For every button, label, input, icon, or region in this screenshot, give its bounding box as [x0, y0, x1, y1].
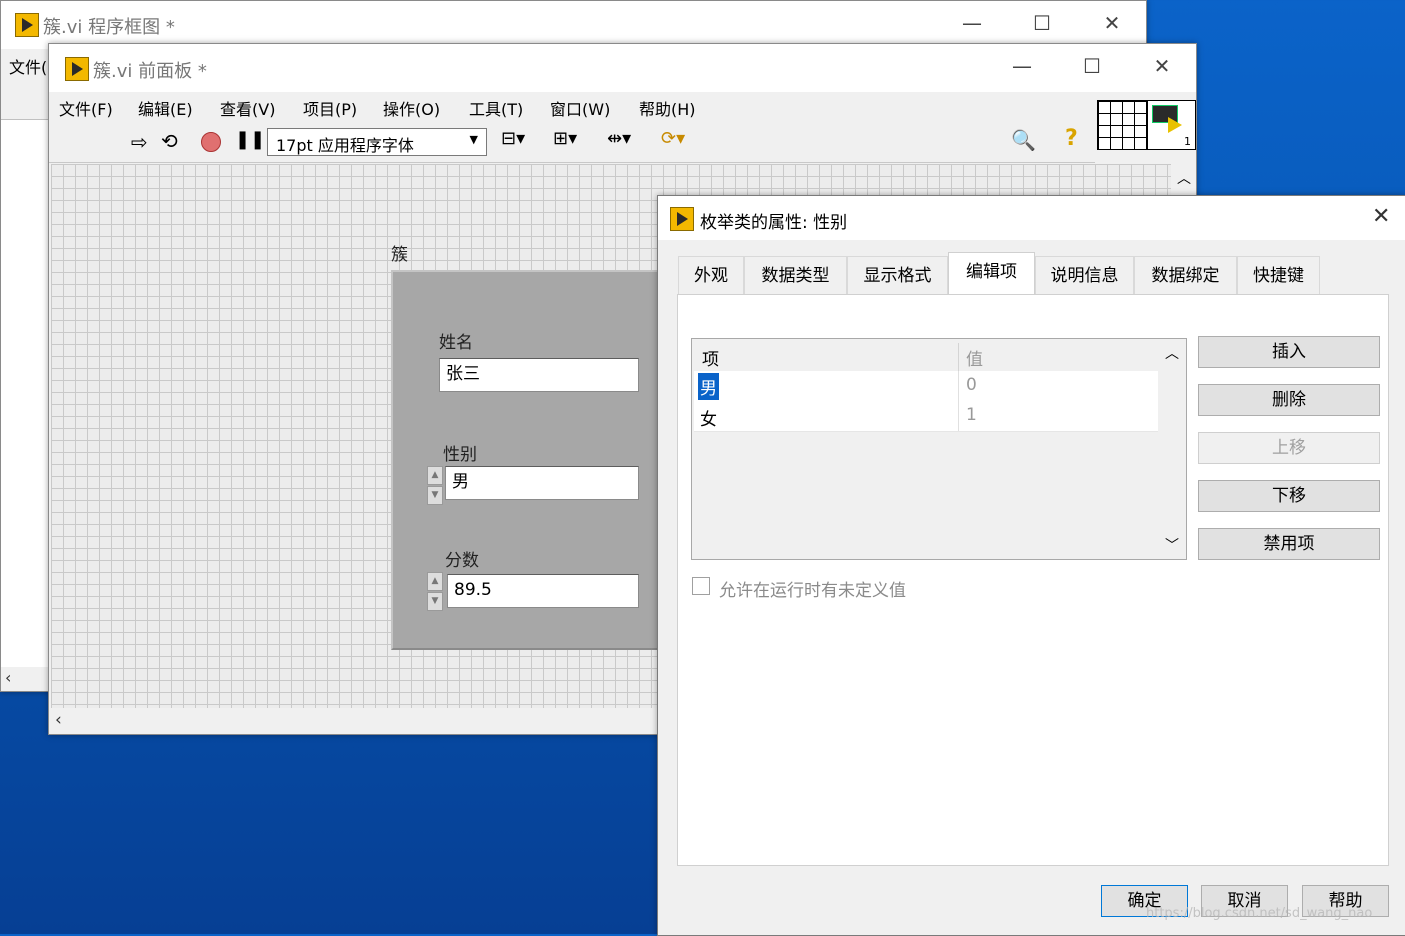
- scroll-up-icon[interactable]: ︿: [1165, 343, 1179, 363]
- menu-file[interactable]: 文件(F): [59, 96, 113, 120]
- menu-operate[interactable]: 操作(O): [383, 96, 440, 120]
- dialog-title: 枚举类的属性: 性别: [700, 213, 848, 233]
- font-select-value: 17pt 应用程序字体: [276, 136, 414, 155]
- search-icon[interactable]: 🔍: [1011, 128, 1036, 152]
- menu-view[interactable]: 查看(V): [220, 96, 275, 120]
- run-arrow-icon[interactable]: ⇨: [131, 130, 148, 154]
- name-label: 姓名: [439, 333, 473, 353]
- row-value: 1: [966, 405, 977, 425]
- pause-icon[interactable]: ❚❚: [235, 129, 265, 150]
- menu-project[interactable]: 项目(P): [303, 96, 357, 120]
- front-panel-titlebar[interactable]: 簇.vi 前面板 * — ☐ ✕: [49, 44, 1196, 92]
- decrement-arrow-icon[interactable]: ▼: [427, 592, 443, 611]
- increment-arrow-icon[interactable]: ▲: [427, 572, 443, 591]
- score-numeric-spinner[interactable]: ▲ ▼: [427, 572, 443, 612]
- tab-data-binding[interactable]: 数据绑定: [1134, 256, 1237, 294]
- tab-documentation[interactable]: 说明信息: [1035, 256, 1134, 294]
- menu-window[interactable]: 窗口(W): [550, 96, 610, 120]
- block-diagram-titlebar[interactable]: 簇.vi 程序框图 * — ☐ ✕: [1, 1, 1146, 45]
- labview-icon: [65, 57, 89, 81]
- table-header: 项 值: [694, 341, 1158, 372]
- insert-button[interactable]: 插入: [1198, 336, 1380, 368]
- vi-icon[interactable]: 1: [1147, 100, 1196, 150]
- tab-key-navigation[interactable]: 快捷键: [1237, 256, 1320, 294]
- header-item: 项: [702, 350, 719, 370]
- cluster-control[interactable]: 姓名 张三 性别 ▲ ▼ 男 分数 ▲ ▼ 89.5: [391, 270, 665, 650]
- cell-divider: [958, 401, 959, 431]
- scroll-left-icon[interactable]: ‹: [5, 668, 11, 687]
- run-continuously-icon[interactable]: ⟲: [161, 129, 178, 153]
- row-item-selected[interactable]: 男: [698, 373, 719, 400]
- cluster-label: 簇: [391, 245, 408, 265]
- menu-file-partial[interactable]: 文件(: [9, 54, 47, 78]
- dropdown-arrow-icon: ▼: [469, 133, 478, 146]
- cell-divider: [958, 371, 959, 401]
- context-help-icon[interactable]: ?: [1065, 126, 1078, 151]
- front-panel-toolbar: ⇨ ⟲ ❚❚ 17pt 应用程序字体 ▼ ⊟▾ ⊞▾ ⇹▾ ⟳▾ 🔍 ?: [49, 122, 1095, 163]
- delete-button[interactable]: 删除: [1198, 384, 1380, 416]
- abort-icon[interactable]: [201, 132, 221, 152]
- name-string-control[interactable]: 张三: [439, 358, 639, 392]
- align-objects-icon[interactable]: ⊟▾: [501, 128, 525, 149]
- font-select[interactable]: 17pt 应用程序字体 ▼: [267, 128, 487, 156]
- horizontal-scrollbar[interactable]: ‹: [1, 667, 49, 691]
- scroll-up-icon[interactable]: ︿: [1177, 168, 1191, 188]
- gender-enum-control[interactable]: 男: [445, 466, 639, 500]
- menu-help[interactable]: 帮助(H): [639, 96, 696, 120]
- table-row[interactable]: 男 0: [694, 371, 1158, 402]
- vi-icon-arrow: [1168, 117, 1182, 133]
- score-numeric-control[interactable]: 89.5: [447, 574, 639, 608]
- window-title: 簇.vi 程序框图 *: [43, 17, 175, 38]
- close-button[interactable]: ✕: [1087, 1, 1137, 45]
- score-label: 分数: [445, 551, 479, 571]
- labview-icon: [15, 13, 39, 37]
- move-down-button[interactable]: 下移: [1198, 480, 1380, 512]
- close-icon[interactable]: ✕: [1372, 204, 1390, 229]
- allow-undefined-label: 允许在运行时有未定义值: [719, 581, 906, 601]
- scroll-left-icon[interactable]: ‹: [55, 710, 62, 730]
- connector-pane[interactable]: [1097, 100, 1147, 150]
- watermark: https://blog.csdn.net/sd_wang_nao: [1146, 906, 1373, 921]
- block-diagram-toolbar: [1, 85, 49, 120]
- gender-label: 性别: [443, 445, 477, 465]
- header-value: 值: [966, 350, 983, 370]
- reorder-icon[interactable]: ⟳▾: [661, 128, 685, 149]
- maximize-button[interactable]: ☐: [1067, 44, 1117, 92]
- connector-count: 1: [1184, 135, 1191, 148]
- row-value: 0: [966, 375, 977, 395]
- move-up-button[interactable]: 上移: [1198, 432, 1380, 464]
- header-divider: [958, 343, 959, 371]
- gender-enum-spinner[interactable]: ▲ ▼: [427, 466, 443, 506]
- window-title: 簇.vi 前面板 *: [93, 61, 207, 82]
- row-item[interactable]: 女: [700, 405, 717, 430]
- resize-objects-icon[interactable]: ⇹▾: [607, 128, 631, 149]
- menu-tools[interactable]: 工具(T): [469, 96, 523, 120]
- minimize-button[interactable]: —: [947, 1, 997, 45]
- disable-item-button[interactable]: 禁用项: [1198, 528, 1380, 560]
- table-row[interactable]: 女 1: [694, 401, 1158, 432]
- items-table[interactable]: 项 值 男 0 女 1 ︿ ﹀: [691, 338, 1187, 560]
- dialog-titlebar[interactable]: 枚举类的属性: 性别 ✕: [658, 196, 1405, 240]
- decrement-arrow-icon[interactable]: ▼: [427, 486, 443, 505]
- vertical-scrollbar[interactable]: ︿: [1171, 164, 1195, 194]
- close-button[interactable]: ✕: [1137, 44, 1187, 92]
- maximize-button[interactable]: ☐: [1017, 1, 1067, 45]
- table-scrollbar[interactable]: ︿ ﹀: [1160, 341, 1184, 557]
- front-panel-menubar: 文件(F) 编辑(E) 查看(V) 项目(P) 操作(O) 工具(T) 窗口(W…: [49, 92, 1095, 122]
- menu-edit[interactable]: 编辑(E): [138, 96, 193, 120]
- distribute-objects-icon[interactable]: ⊞▾: [553, 128, 577, 149]
- tab-display-format[interactable]: 显示格式: [847, 256, 948, 294]
- tab-data-type[interactable]: 数据类型: [744, 256, 847, 294]
- increment-arrow-icon[interactable]: ▲: [427, 466, 443, 485]
- allow-undefined-checkbox[interactable]: [692, 577, 710, 595]
- scroll-down-icon[interactable]: ﹀: [1165, 535, 1179, 555]
- labview-icon: [670, 207, 694, 231]
- minimize-button[interactable]: —: [997, 44, 1047, 92]
- tab-edit-items[interactable]: 编辑项: [948, 252, 1035, 295]
- tab-appearance[interactable]: 外观: [678, 256, 744, 294]
